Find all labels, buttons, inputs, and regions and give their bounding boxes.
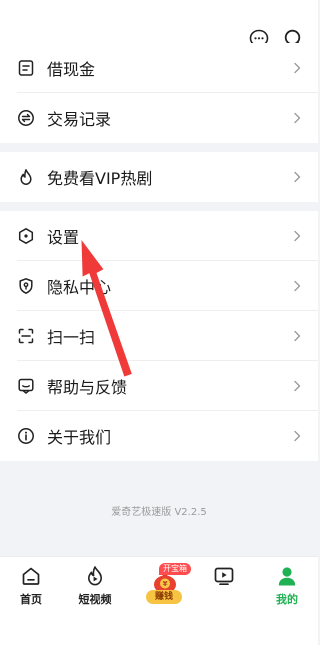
exchange-icon <box>18 110 34 126</box>
tab-label: 短视频 <box>78 593 112 606</box>
hexagon-settings-icon <box>18 228 34 244</box>
chevron-right-icon <box>294 171 301 183</box>
home-icon <box>22 567 40 585</box>
menu-item-label: 关于我们 <box>47 428 112 447</box>
chevron-right-icon <box>294 230 301 242</box>
menu-item-label: 免费看VIP热剧 <box>47 169 153 188</box>
menu-item-label: 帮助与反馈 <box>47 378 128 397</box>
info-icon <box>18 428 34 444</box>
tab-home[interactable]: 首页 <box>5 565 57 611</box>
menu-item-label: 隐私中心 <box>47 278 112 297</box>
menu-item-borrow-cash[interactable]: 借现金 <box>0 43 318 93</box>
chevron-right-icon <box>294 62 301 74</box>
tab-tv[interactable] <box>198 565 250 611</box>
chevron-right-icon <box>294 330 301 342</box>
menu-item-transactions[interactable]: 交易记录 <box>0 93 318 143</box>
shield-location-icon <box>19 278 33 294</box>
chevron-right-icon <box>294 430 301 442</box>
menu-item-label: 借现金 <box>47 60 96 79</box>
profile-icon <box>278 567 296 586</box>
tab-my-profile[interactable]: 我的 <box>261 565 313 611</box>
menu-item-about-us[interactable]: 关于我们 <box>0 411 318 461</box>
tab-label: 赚钱 <box>146 590 182 604</box>
app-version-text: 爱奇艺极速版 V2.2.5 <box>111 507 207 518</box>
tab-label: 首页 <box>20 593 42 606</box>
chevron-right-icon <box>294 112 301 124</box>
menu-item-settings[interactable]: 设置 <box>0 211 318 261</box>
tab-label: 我的 <box>276 593 298 606</box>
menu-item-label: 设置 <box>47 228 80 247</box>
tv-play-icon <box>214 567 234 586</box>
bottom-tab-bar: 首页 短视频 ¥ 开宝箱 赚钱 我的 <box>0 556 318 645</box>
menu-item-scan[interactable]: 扫一扫 <box>0 311 318 361</box>
flame-icon <box>20 169 32 185</box>
short-video-icon <box>88 566 102 586</box>
menu-group-finance: 借现金 交易记录 <box>0 43 318 143</box>
menu-group-general: 设置 隐私中心 扫一扫 帮助与反馈 关于我们 <box>0 211 318 461</box>
feedback-icon <box>18 378 34 394</box>
chevron-right-icon <box>294 380 301 392</box>
svg-text:¥: ¥ <box>163 580 168 588</box>
tab-earn-money[interactable]: ¥ 开宝箱 赚钱 <box>139 559 191 609</box>
scan-icon <box>18 328 34 344</box>
menu-item-privacy[interactable]: 隐私中心 <box>0 261 318 311</box>
menu-group-vip: 免费看VIP热剧 <box>0 152 318 202</box>
tab-short-video[interactable]: 短视频 <box>69 565 121 611</box>
treasure-box-badge: 开宝箱 <box>159 563 191 575</box>
menu-item-help-feedback[interactable]: 帮助与反馈 <box>0 361 318 411</box>
chevron-right-icon <box>294 280 301 292</box>
menu-item-free-vip[interactable]: 免费看VIP热剧 <box>0 152 318 202</box>
wallet-icon <box>18 60 34 76</box>
menu-item-label: 交易记录 <box>47 110 112 129</box>
menu-item-label: 扫一扫 <box>47 328 96 347</box>
